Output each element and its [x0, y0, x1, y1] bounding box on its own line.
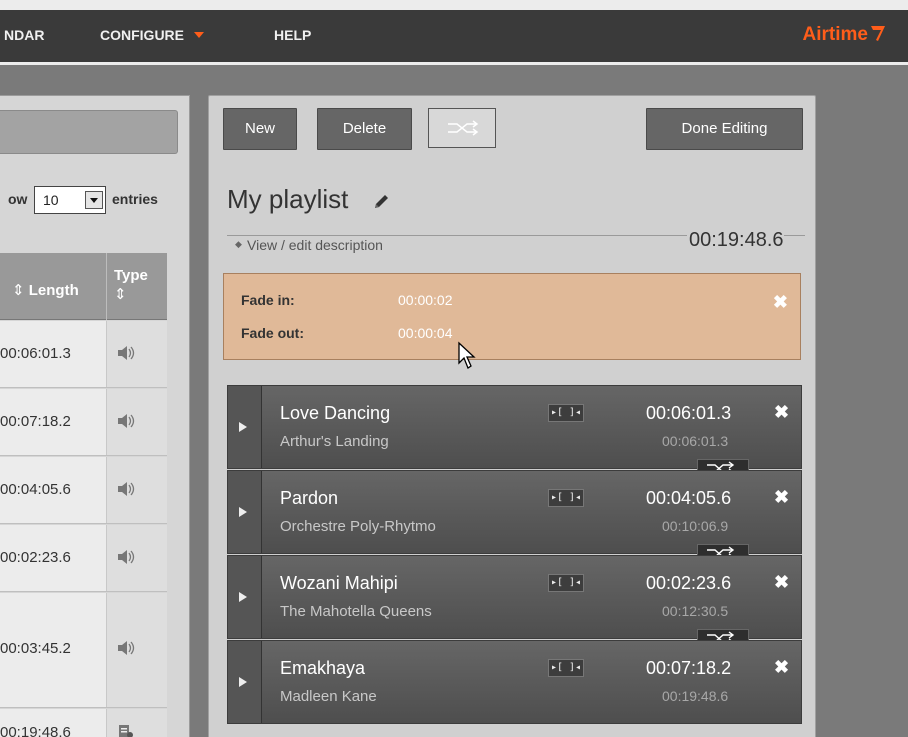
table-row[interactable]: 00:04:05.6 — [0, 457, 167, 524]
expand-toggle-icon[interactable]: ◆ — [235, 239, 242, 250]
column-header-length-label: Length — [28, 282, 79, 299]
row-length: 00:03:45.2 — [0, 640, 71, 657]
menu-item-configure-label: CONFIGURE — [100, 27, 184, 43]
remove-track-icon[interactable]: ✖ — [774, 402, 789, 423]
cue-editor-button[interactable]: ▸[ ]◂ — [548, 404, 584, 422]
row-length: 00:19:48.6 — [0, 724, 71, 737]
new-button[interactable]: New — [223, 108, 297, 150]
audio-icon — [118, 641, 135, 655]
track-title: Pardon — [280, 488, 339, 508]
table-row[interactable]: 00:06:01.3 — [0, 321, 167, 388]
track-length: 00:02:23.6 — [646, 573, 732, 593]
track-length: 00:06:01.3 — [646, 403, 732, 423]
playlist-track[interactable]: Love Dancing Arthur's Landing ▸[ ]◂ 00:0… — [227, 385, 802, 469]
show-label: ow — [8, 191, 28, 207]
table-row[interactable]: 00:03:45.2 — [0, 593, 167, 708]
delete-button[interactable]: Delete — [317, 108, 412, 150]
track-artist: The Mahotella Queens — [280, 603, 432, 620]
page-size-value: 10 — [43, 192, 59, 208]
library-table-header: ⇕ Length Type ⇕ — [0, 253, 167, 320]
cue-editor-button[interactable]: ▸[ ]◂ — [548, 574, 584, 592]
track-artist: Orchestre Poly-Rhytmo — [280, 518, 436, 535]
mouse-cursor-icon — [458, 341, 476, 369]
sort-icon: ⇕ — [12, 282, 29, 299]
fade-out-label: Fade out: — [241, 325, 304, 341]
column-header-type-label: Type — [114, 267, 148, 284]
airtime-logo: Airtime — [802, 24, 868, 45]
play-icon[interactable] — [228, 641, 262, 723]
track-title: Love Dancing — [280, 403, 391, 423]
crossfade-button[interactable] — [428, 108, 496, 148]
cue-editor-button[interactable]: ▸[ ]◂ — [548, 489, 584, 507]
fade-in-label: Fade in: — [241, 292, 295, 308]
page-size-select[interactable]: 10 — [34, 186, 106, 214]
track-length: 00:07:18.2 — [646, 658, 732, 678]
main-menu: NDAR CONFIGURE HELP Airtime — [0, 10, 908, 62]
audio-icon — [118, 414, 135, 428]
row-length: 00:02:23.6 — [0, 549, 71, 566]
column-header-length[interactable]: ⇕ Length — [12, 281, 79, 299]
track-cumulative-time: 00:06:01.3 — [662, 433, 729, 449]
playlist-total-length: 00:19:48.6 — [687, 229, 784, 252]
fade-editor: Fade in: 00:00:02 Fade out: 00:00:04 ✖ — [223, 273, 801, 360]
track-length: 00:04:05.6 — [646, 488, 732, 508]
row-length: 00:04:05.6 — [0, 481, 71, 498]
playlist-track[interactable]: Pardon Orchestre Poly-Rhytmo ▸[ ]◂ 00:04… — [227, 470, 802, 554]
fade-in-value[interactable]: 00:00:02 — [398, 292, 453, 308]
remove-track-icon[interactable]: ✖ — [774, 487, 789, 508]
crossfade-icon — [448, 120, 479, 136]
playlist-track[interactable]: Emakhaya Madleen Kane ▸[ ]◂ 00:07:18.2 0… — [227, 640, 802, 724]
remove-track-icon[interactable]: ✖ — [774, 572, 789, 593]
close-icon[interactable]: ✖ — [773, 292, 788, 313]
column-header-type[interactable]: Type ⇕ — [114, 266, 148, 304]
view-edit-description-toggle[interactable]: View / edit description — [243, 237, 387, 253]
play-icon[interactable] — [228, 471, 262, 553]
audio-icon — [118, 550, 135, 564]
sort-icon: ⇕ — [114, 286, 127, 303]
remove-track-icon[interactable]: ✖ — [774, 657, 789, 678]
playlist-track[interactable]: Wozani Mahipi The Mahotella Queens ▸[ ]◂… — [227, 555, 802, 639]
entries-label: entries — [112, 191, 158, 207]
play-icon[interactable] — [228, 386, 262, 468]
track-artist: Arthur's Landing — [280, 433, 389, 450]
table-row[interactable]: 00:02:23.6 — [0, 525, 167, 592]
cue-editor-button[interactable]: ▸[ ]◂ — [548, 659, 584, 677]
track-cumulative-time: 00:19:48.6 — [662, 688, 729, 704]
table-row[interactable]: 00:19:48.6 — [0, 709, 167, 737]
pencil-icon[interactable] — [372, 193, 390, 211]
track-artist: Madleen Kane — [280, 688, 377, 705]
done-editing-button[interactable]: Done Editing — [646, 108, 803, 150]
track-cumulative-time: 00:12:30.5 — [662, 603, 729, 619]
menu-item-calendar[interactable]: NDAR — [4, 27, 44, 43]
playlist-icon — [119, 725, 133, 737]
table-row[interactable]: 00:07:18.2 — [0, 389, 167, 456]
play-icon[interactable] — [228, 556, 262, 638]
track-title: Emakhaya — [280, 658, 366, 678]
menu-item-configure[interactable]: CONFIGURE — [100, 27, 204, 43]
fade-out-value[interactable]: 00:00:04 — [398, 325, 453, 341]
menu-item-help[interactable]: HELP — [274, 27, 311, 43]
chevron-down-icon[interactable] — [85, 191, 103, 209]
audio-icon — [118, 346, 135, 360]
airtime-logo-mark-icon — [871, 26, 885, 41]
track-cumulative-time: 00:10:06.9 — [662, 518, 729, 534]
chevron-down-icon — [194, 32, 204, 38]
row-length: 00:06:01.3 — [0, 345, 71, 362]
track-title: Wozani Mahipi — [280, 573, 398, 593]
audio-icon — [118, 482, 135, 496]
column-divider — [106, 253, 107, 320]
row-length: 00:07:18.2 — [0, 413, 71, 430]
library-search-bar[interactable] — [0, 110, 178, 154]
playlist-title[interactable]: My playlist — [227, 184, 348, 215]
